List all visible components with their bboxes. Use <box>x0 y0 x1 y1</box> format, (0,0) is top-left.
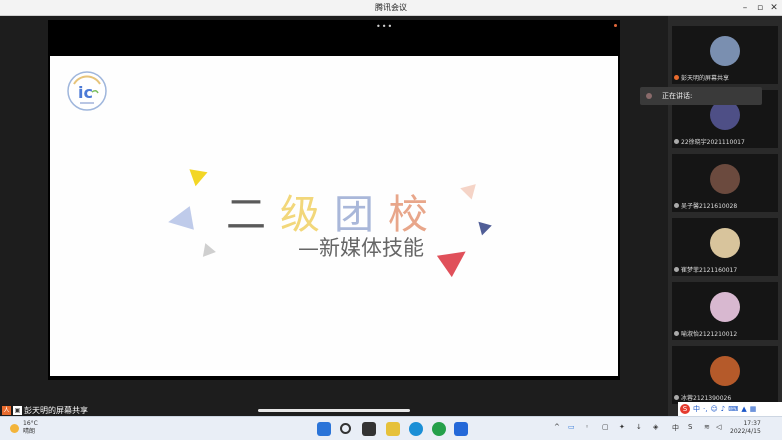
close-icon[interactable]: ✕ <box>767 1 781 15</box>
clock[interactable]: 17:37 2022/4/15 <box>730 420 761 436</box>
wifi-icon[interactable]: ≋ <box>704 423 710 431</box>
avatar <box>710 36 740 66</box>
minimize-icon[interactable]: – <box>738 1 752 15</box>
speaker-avatar-icon <box>646 93 652 99</box>
recording-indicator-icon <box>614 24 617 27</box>
school-logo-icon: ic <box>67 71 107 111</box>
edge-icon[interactable] <box>409 422 423 436</box>
participant-tile[interactable]: 吴子馨2121610028 <box>672 154 778 212</box>
tencent-meeting-icon[interactable] <box>454 422 468 436</box>
volume-icon[interactable]: ◁ <box>716 423 721 431</box>
decor-triangle-red <box>436 240 474 278</box>
screen-share-text: 彭天明的屏幕共享 <box>24 405 88 415</box>
participant-name: 崔梦菲2121160017 <box>681 267 738 274</box>
avatar <box>710 292 740 322</box>
ime-mode[interactable]: 中 <box>693 404 700 414</box>
file-explorer-icon[interactable] <box>386 422 400 436</box>
weather-desc: 晴朗 <box>23 428 36 435</box>
decor-triangle-navy <box>478 218 494 236</box>
participant-tile[interactable]: 彭天明的屏幕共享 <box>672 26 778 84</box>
tray-app-icon[interactable]: ↓ <box>636 423 642 431</box>
mic-icon <box>674 139 679 144</box>
keyboard-icon[interactable]: ⌨ <box>728 405 738 413</box>
avatar <box>710 228 740 258</box>
slide-subtitle: —新媒体技能 <box>298 236 424 260</box>
share-icon <box>674 75 679 80</box>
start-icon[interactable] <box>317 422 331 436</box>
tray-app-icon[interactable]: ◦ <box>585 423 589 431</box>
ime-toolbar[interactable]: S 中 ·, ☺ ♪ ⌨ ▲ ▦ <box>678 402 782 416</box>
presentation-slide: ic 二级团校 —新媒体技能 <box>50 56 618 376</box>
ime-s-icon[interactable]: S <box>688 423 692 431</box>
tray-chevron-up-icon[interactable]: ^ <box>554 423 560 431</box>
participant-name: 喻淑怡2121210012 <box>681 331 738 338</box>
participant-tile[interactable]: 崔梦菲2121160017 <box>672 218 778 276</box>
search-icon[interactable] <box>340 423 351 434</box>
input-language[interactable]: 中 <box>672 423 679 433</box>
mic-icon[interactable]: ♪ <box>721 405 725 413</box>
slide-title-char: 二 <box>226 192 280 238</box>
screen-share-label: 人 ▣ 彭天明的屏幕共享 <box>2 404 88 416</box>
svg-text:ic: ic <box>78 83 93 102</box>
tray-app-icon[interactable]: ✦ <box>619 423 625 431</box>
participant-panel: 彭天明的屏幕共享 22徐晓宇2021110017 吴子馨2121610028 崔… <box>668 16 782 416</box>
taskbar: 16°C 晴朗 ^ ▭ ◦ ▢ ✦ ↓ ◈ 中 S ≋ ◁ 17:37 2022… <box>0 416 782 440</box>
decor-triangle-yellow <box>189 163 211 187</box>
shared-screen: ••• ic 二级团校 —新媒体技能 <box>48 20 620 380</box>
mic-icon <box>674 395 679 400</box>
sogou-ime-icon[interactable]: S <box>680 404 690 414</box>
participant-tile[interactable]: 喻淑怡2121210012 <box>672 282 778 340</box>
avatar <box>710 164 740 194</box>
participant-name: 冰蓉2121390026 <box>681 395 732 402</box>
weather-temp: 16°C <box>23 420 38 427</box>
tray-app-icon[interactable]: ▭ <box>568 423 575 431</box>
participant-name: 吴子馨2121610028 <box>681 203 738 210</box>
clock-date: 2022/4/15 <box>730 428 761 435</box>
more-options-icon[interactable]: ••• <box>376 22 392 31</box>
decor-triangle-gray <box>202 243 218 259</box>
shirt-icon[interactable]: ▲ <box>741 405 746 413</box>
tray-app-icon[interactable]: ▢ <box>602 423 609 431</box>
ime-punct-icon[interactable]: ·, <box>703 405 707 413</box>
mic-icon <box>674 267 679 272</box>
avatar <box>710 356 740 386</box>
speaking-indicator: 正在讲话: <box>640 87 762 105</box>
decor-triangle-pink <box>458 180 476 200</box>
window-titlebar: 腾讯会议 – ▫ ✕ <box>0 0 782 16</box>
window-title: 腾讯会议 <box>375 3 407 12</box>
participant-name: 22徐晓宇2021110017 <box>681 139 745 146</box>
wechat-icon[interactable] <box>432 422 446 436</box>
maximize-icon[interactable]: ▫ <box>753 1 767 15</box>
horizontal-scrollbar[interactable] <box>258 409 410 412</box>
task-view-icon[interactable] <box>362 422 376 436</box>
mic-icon <box>674 203 679 208</box>
mic-icon <box>674 331 679 336</box>
participant-tile[interactable]: 冰蓉2121390026 <box>672 346 778 404</box>
screen-icon: ▣ <box>13 405 22 415</box>
participant-name: 彭天明的屏幕共享 <box>681 75 730 82</box>
apps-icon[interactable]: ▦ <box>750 405 757 413</box>
speaking-label: 正在讲话: <box>662 92 693 100</box>
clock-time: 17:37 <box>743 420 761 427</box>
meeting-main-area: ••• ic 二级团校 —新媒体技能 <box>0 16 668 416</box>
decor-triangle-blue <box>166 206 194 234</box>
weather-widget[interactable]: 16°C 晴朗 <box>10 420 38 436</box>
user-icon: 人 <box>2 405 11 415</box>
tray-app-icon[interactable]: ◈ <box>653 423 658 431</box>
sun-icon <box>10 423 19 433</box>
emoji-icon[interactable]: ☺ <box>710 405 717 413</box>
